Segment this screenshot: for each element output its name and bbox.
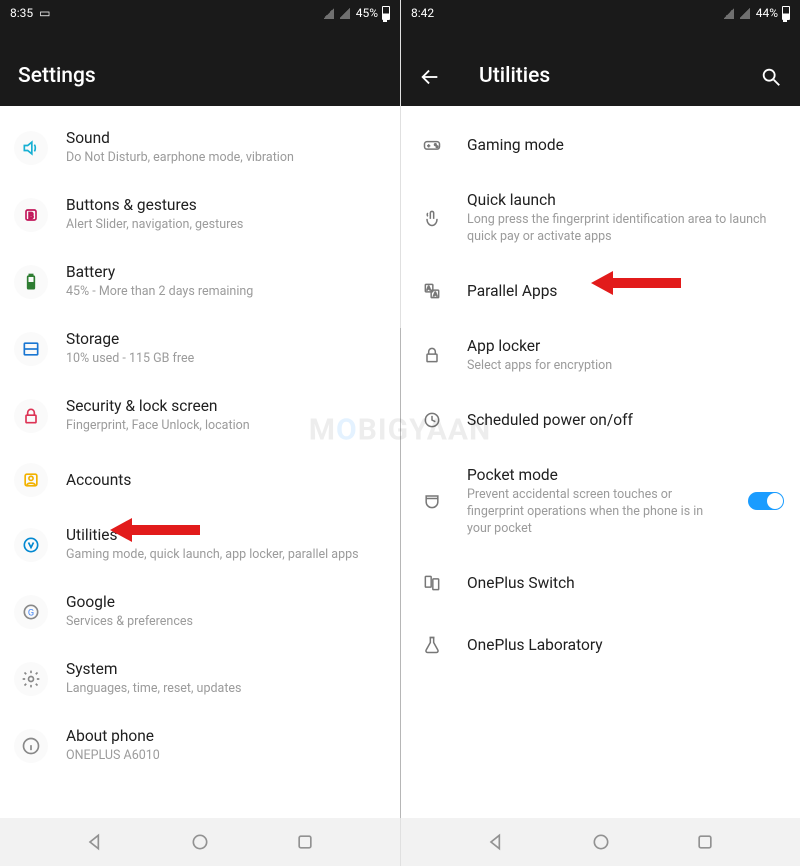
nav-bar-left — [0, 818, 400, 866]
item-title: OnePlus Laboratory — [467, 635, 784, 655]
utilities-item-parallel-apps[interactable]: AA Parallel Apps — [401, 260, 800, 322]
no-sim-icon — [724, 7, 734, 19]
pane-divider — [400, 328, 401, 818]
settings-item-google[interactable]: G Google Services & preferences — [0, 578, 400, 645]
settings-item-battery[interactable]: Battery 45% - More than 2 days remaining — [0, 248, 400, 315]
item-sub: Languages, time, reset, updates — [66, 681, 384, 698]
no-sim-icon — [324, 7, 334, 19]
gear-icon — [14, 662, 48, 696]
utilities-item-pocket-mode[interactable]: Pocket modePrevent accidental screen tou… — [401, 451, 800, 552]
lab-icon — [415, 628, 449, 662]
watermark: MOMOBIGYAANBIGYAAN — [309, 413, 491, 448]
no-sim-icon — [740, 7, 750, 19]
speaker-icon — [14, 131, 48, 165]
status-sys: 44% — [724, 6, 790, 20]
battery-icon — [382, 6, 390, 20]
settings-item-storage[interactable]: Storage 10% used - 115 GB free — [0, 315, 400, 382]
page-title: Utilities — [479, 64, 550, 88]
utilities-item-oneplus-laboratory[interactable]: OnePlus Laboratory — [401, 614, 800, 676]
touch-icon — [415, 201, 449, 235]
svg-text:B: B — [28, 211, 33, 221]
utilities-icon — [14, 528, 48, 562]
item-title: Gaming mode — [467, 135, 784, 155]
pocket-icon — [415, 484, 449, 518]
svg-text:A: A — [427, 286, 431, 292]
app-bar-utilities: Utilities — [401, 26, 800, 106]
item-title: App locker — [467, 336, 784, 356]
settings-item-buttons[interactable]: B Buttons & gestures Alert Slider, naviga… — [0, 181, 400, 248]
item-sub: 10% used - 115 GB free — [66, 351, 384, 368]
search-icon[interactable] — [760, 66, 782, 88]
svg-text:A: A — [433, 292, 437, 298]
status-bar-left: 8:35 ▭ 45% — [0, 0, 400, 26]
settings-item-sound[interactable]: Sound Do Not Disturb, earphone mode, vibr… — [0, 114, 400, 181]
item-sub: Prevent accidental screen touches or fin… — [467, 487, 730, 538]
nav-home-icon[interactable] — [591, 832, 611, 852]
status-bar-right: 8:42 44% — [401, 0, 800, 26]
item-title: Sound — [66, 128, 384, 148]
status-time: 8:42 — [411, 6, 434, 20]
item-title: Battery — [66, 262, 384, 282]
battery-pct: 44% — [756, 6, 778, 20]
utilities-list[interactable]: Gaming mode Quick launchLong press the f… — [401, 106, 800, 818]
pocket-mode-toggle[interactable] — [748, 492, 784, 510]
item-title: Accounts — [66, 470, 384, 490]
nav-home-icon[interactable] — [190, 832, 210, 852]
item-sub: ONEPLUS A6010 — [66, 748, 384, 765]
buttons-icon: B — [14, 198, 48, 232]
utilities-item-quick-launch[interactable]: Quick launchLong press the fingerprint i… — [401, 176, 800, 260]
utilities-item-gaming-mode[interactable]: Gaming mode — [401, 114, 800, 176]
status-time: 8:35 — [10, 6, 33, 20]
item-title: Storage — [66, 329, 384, 349]
item-sub: 45% - More than 2 days remaining — [66, 284, 384, 301]
switch-phone-icon — [415, 566, 449, 600]
accounts-icon — [14, 463, 48, 497]
item-sub: Services & preferences — [66, 614, 384, 631]
item-title: Scheduled power on/off — [467, 410, 784, 430]
item-title: Buttons & gestures — [66, 195, 384, 215]
item-sub: Long press the fingerprint identificatio… — [467, 212, 784, 246]
image-icon: ▭ — [39, 6, 50, 20]
item-title: System — [66, 659, 384, 679]
parallel-apps-icon: AA — [415, 274, 449, 308]
settings-item-utilities[interactable]: Utilities Gaming mode, quick launch, app … — [0, 511, 400, 578]
item-title: About phone — [66, 726, 384, 746]
utilities-item-oneplus-switch[interactable]: OnePlus Switch — [401, 552, 800, 614]
padlock-icon — [415, 338, 449, 372]
page-title: Settings — [18, 64, 96, 88]
item-title: OnePlus Switch — [467, 573, 784, 593]
nav-recents-icon[interactable] — [295, 832, 315, 852]
battery-icon — [782, 6, 790, 20]
item-title: Pocket mode — [467, 465, 730, 485]
item-sub: Do Not Disturb, earphone mode, vibration — [66, 150, 384, 167]
no-sim-icon — [340, 7, 350, 19]
settings-item-about[interactable]: About phone ONEPLUS A6010 — [0, 712, 400, 779]
battery-pct: 45% — [356, 6, 378, 20]
gamepad-icon — [415, 128, 449, 162]
google-icon: G — [14, 595, 48, 629]
item-sub: Select apps for encryption — [467, 358, 784, 375]
settings-list[interactable]: Sound Do Not Disturb, earphone mode, vibr… — [0, 106, 400, 818]
nav-recents-icon[interactable] — [695, 832, 715, 852]
nav-back-icon[interactable] — [486, 832, 506, 852]
utilities-item-app-locker[interactable]: App locker Select apps for encryption — [401, 322, 800, 389]
item-title: Parallel Apps — [467, 281, 784, 301]
settings-item-accounts[interactable]: Accounts — [0, 449, 400, 511]
status-sys: 45% — [324, 6, 390, 20]
info-icon — [14, 729, 48, 763]
item-sub: Alert Slider, navigation, gestures — [66, 217, 384, 234]
nav-back-icon[interactable] — [85, 832, 105, 852]
item-sub: Gaming mode, quick launch, app locker, p… — [66, 547, 384, 564]
item-title: Google — [66, 592, 384, 612]
app-bar-settings: Settings — [0, 26, 400, 106]
nav-bar-right — [401, 818, 800, 866]
storage-icon — [14, 332, 48, 366]
lock-icon — [14, 399, 48, 433]
svg-text:G: G — [28, 608, 34, 618]
item-title: Quick launch — [467, 190, 784, 210]
battery-icon — [14, 265, 48, 299]
back-arrow-icon[interactable] — [419, 66, 441, 88]
settings-item-system[interactable]: System Languages, time, reset, updates — [0, 645, 400, 712]
item-title: Utilities — [66, 525, 384, 545]
